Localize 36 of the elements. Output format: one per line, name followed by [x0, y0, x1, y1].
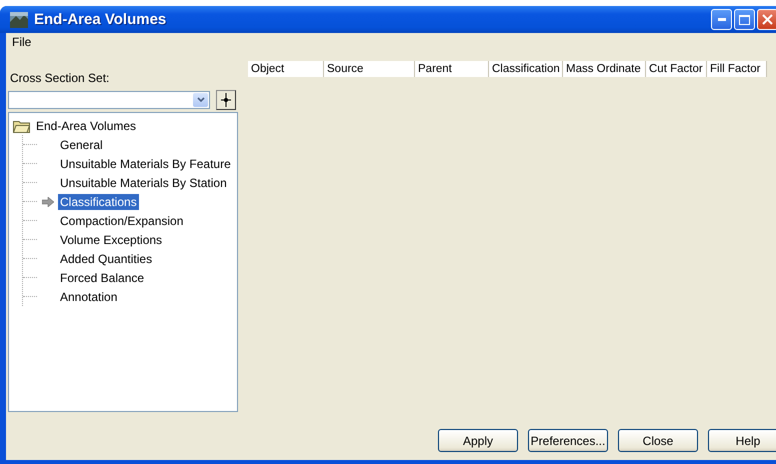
chevron-down-icon — [196, 97, 204, 103]
maximize-icon — [739, 14, 750, 24]
tree-item[interactable]: Volume Exceptions — [58, 232, 164, 248]
dialog-button[interactable]: Close — [618, 429, 698, 452]
close-button[interactable] — [757, 9, 776, 30]
column-header[interactable]: Fill Factor — [707, 61, 767, 77]
tree-item[interactable]: Classifications — [58, 194, 139, 210]
cross-section-set-dropdown[interactable] — [8, 91, 210, 109]
column-header[interactable]: Cut Factor — [646, 61, 707, 77]
arrow-right-icon — [42, 196, 54, 206]
tree-item[interactable]: Compaction/Expansion — [58, 212, 186, 228]
pick-button[interactable] — [216, 90, 236, 110]
column-header[interactable]: Object — [248, 61, 324, 77]
app-icon — [10, 12, 28, 28]
window-title: End-Area Volumes — [34, 11, 168, 28]
minimize-button[interactable] — [711, 9, 732, 30]
minimize-icon — [718, 18, 726, 21]
tree-item[interactable]: Forced Balance — [58, 270, 146, 286]
tree-item[interactable]: Added Quantities — [58, 250, 154, 266]
dialog-button[interactable]: Preferences... — [528, 429, 608, 452]
tree-item[interactable]: General — [58, 136, 105, 152]
close-icon — [762, 14, 773, 25]
dialog-button[interactable]: Apply — [438, 429, 518, 452]
tree-item[interactable]: End-Area Volumes — [34, 118, 138, 134]
crosshair-icon — [220, 93, 232, 107]
menu-item[interactable]: File — [8, 35, 36, 49]
column-header[interactable]: Source — [324, 61, 415, 77]
column-header[interactable]: Classification — [489, 61, 563, 77]
tree-item[interactable]: Unsuitable Materials By Feature — [58, 156, 233, 172]
maximize-button[interactable] — [734, 9, 755, 30]
column-header[interactable]: Parent — [415, 61, 489, 77]
dialog-button[interactable]: Help — [708, 429, 776, 452]
tree-item[interactable]: Annotation — [58, 288, 120, 304]
field-label: Cross Section Set: — [10, 71, 110, 85]
tree-item[interactable]: Unsuitable Materials By Station — [58, 174, 229, 190]
column-header[interactable]: Mass Ordinate — [563, 61, 646, 77]
